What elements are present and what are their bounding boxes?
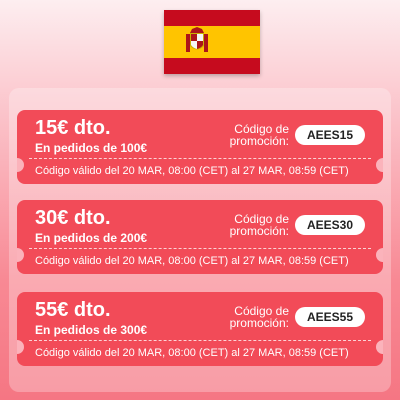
promo-code[interactable]: AEES55 <box>295 307 365 327</box>
coupon-card[interactable]: 30€ dto. En pedidos de 200€ Código de pro… <box>17 200 383 274</box>
discount-amount: 15€ dto. <box>35 117 111 139</box>
dashed-divider <box>29 158 371 159</box>
promo-code-label: Código de promoción: <box>199 305 289 329</box>
promo-code-label: Código de promoción: <box>199 123 289 147</box>
coupon-card[interactable]: 15€ dto. En pedidos de 100€ Código de pro… <box>17 110 383 184</box>
discount-amount: 30€ dto. <box>35 207 111 229</box>
coupon-card[interactable]: 55€ dto. En pedidos de 300€ Código de pro… <box>17 292 383 366</box>
promo-code-label-line2: promoción: <box>229 134 289 148</box>
promo-code[interactable]: AEES15 <box>295 125 365 145</box>
validity-text: Código válido del 20 MAR, 08:00 (CET) al… <box>35 255 349 267</box>
dashed-divider <box>29 340 371 341</box>
minimum-order: En pedidos de 200€ <box>35 231 148 245</box>
minimum-order: En pedidos de 300€ <box>35 323 148 337</box>
promo-code-label: Código de promoción: <box>199 213 289 237</box>
validity-text: Código válido del 20 MAR, 08:00 (CET) al… <box>35 347 349 359</box>
promo-code-label-line2: promoción: <box>229 316 289 330</box>
minimum-order: En pedidos de 100€ <box>35 141 148 155</box>
promo-code-label-line2: promoción: <box>229 224 289 238</box>
promo-code[interactable]: AEES30 <box>295 215 365 235</box>
validity-text: Código válido del 20 MAR, 08:00 (CET) al… <box>35 165 349 177</box>
discount-amount: 55€ dto. <box>35 299 111 321</box>
spain-flag-icon <box>164 10 260 74</box>
dashed-divider <box>29 248 371 249</box>
